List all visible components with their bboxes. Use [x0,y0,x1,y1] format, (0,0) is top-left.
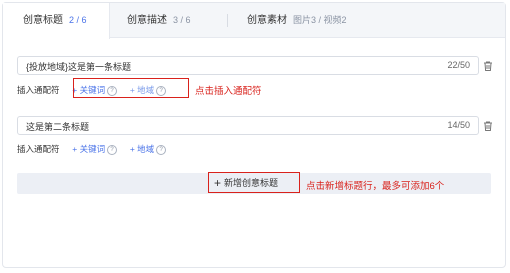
tab-label: 创意素材 [247,15,287,26]
tab-label: 创意标题 [23,15,63,26]
tab-creative-description[interactable]: 创意描述 3 / 6 [127,3,191,38]
tab-count: 图片3 / 视频2 [293,15,347,25]
help-icon: ? [156,144,167,155]
title-text: {投放地域}这是第一条标题 [26,62,132,72]
char-counter: 22/50 [447,60,470,70]
title-input-2[interactable]: 这是第二条标题 14/50 [17,116,479,135]
tab-bar: 创意标题 2 / 6 创意描述 3 / 6 创意素材 图片3 / 视频2 [3,3,505,39]
wildcard-label: 插入通配符 [17,85,60,95]
wildcard-row-2: 插入通配符 + 关键词? + 地域? [17,143,167,155]
wildcard-label: 插入通配符 [17,144,60,154]
title-text: 这是第二条标题 [26,122,90,132]
insert-keyword-link[interactable]: + 关键词 [72,144,105,154]
creative-panel: 创意标题 2 / 6 创意描述 3 / 6 创意素材 图片3 / 视频2 {投放地域}… [2,2,506,268]
insert-region-link[interactable]: + 地域 [130,144,154,154]
tab-count: 2 / 6 [69,15,87,25]
tab-creative-title[interactable]: 创意标题 2 / 6 [3,3,110,39]
title-input-1[interactable]: {投放地域}这是第一条标题 22/50 [17,56,479,75]
annotation-box [73,78,189,98]
tab-label: 创意描述 [127,15,167,26]
annotation-add-hint: 点击新增标题行，最多可添加6个 [306,181,445,192]
tab-count: 3 / 6 [173,15,191,25]
tab-creative-material[interactable]: 创意素材 图片3 / 视频2 [247,3,347,38]
trash-icon[interactable] [482,120,494,132]
char-counter: 14/50 [447,120,470,130]
annotation-box [208,172,300,193]
trash-icon[interactable] [482,60,494,72]
annotation-insert-hint: 点击插入通配符 [195,86,262,97]
help-icon: ? [107,144,118,155]
tab-divider [227,14,228,27]
